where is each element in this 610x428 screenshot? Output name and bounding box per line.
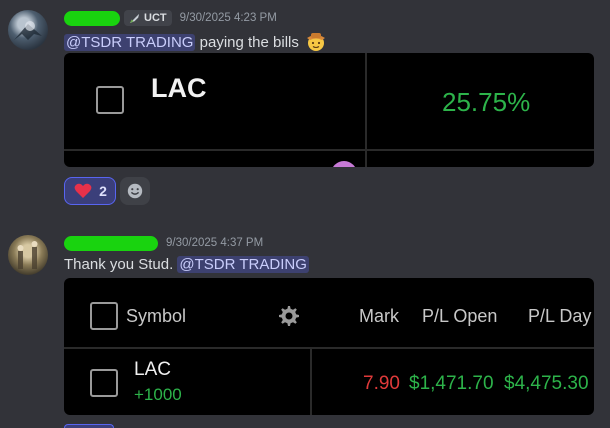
message-text: Thank you Stud. [64, 256, 174, 273]
add-reaction-button[interactable] [120, 177, 150, 205]
row-symbol: LAC [134, 359, 171, 380]
smiley-add-icon [127, 183, 143, 199]
message-header: 9/30/2025 4:37 PM [64, 233, 263, 253]
row-quantity: +1000 [134, 385, 182, 404]
column-header-pl-open[interactable]: P/L Open [422, 306, 497, 327]
column-divider [310, 349, 312, 415]
cowboy-emoji-icon [307, 33, 326, 51]
heart-icon [74, 183, 92, 198]
message-content: @TSDR TRADING paying the bills [64, 30, 327, 53]
gear-icon[interactable] [276, 304, 300, 328]
message-header: UCT 9/30/2025 4:23 PM [64, 8, 277, 28]
mention[interactable]: @TSDR TRADING [177, 256, 309, 273]
rocket-icon [129, 13, 140, 23]
mention[interactable]: @TSDR TRADING [64, 34, 196, 51]
column-header-symbol[interactable]: Symbol [126, 306, 186, 327]
partial-reaction-edge [64, 424, 114, 428]
redacted-username[interactable] [64, 10, 120, 26]
avatar-image-icon [17, 241, 38, 269]
header-divider [64, 347, 594, 349]
row-checkbox[interactable] [90, 369, 118, 397]
avatar[interactable] [8, 10, 48, 50]
column-header-pl-day[interactable]: P/L Day [528, 306, 591, 327]
symbol-label: LAC [151, 73, 207, 103]
avatar-image-icon [14, 21, 42, 40]
row-checkbox[interactable] [96, 86, 124, 114]
row-pl-day: $4,475.30 [504, 373, 589, 394]
column-header-mark[interactable]: Mark [359, 306, 399, 327]
clan-tag-label: UCT [144, 12, 167, 24]
avatar[interactable] [8, 235, 48, 275]
message-1: UCT 9/30/2025 4:23 PM @TSDR TRADING payi… [0, 0, 610, 215]
row-mark: 7.90 [363, 373, 400, 394]
row-pl-open: $1,471.70 [409, 373, 494, 394]
select-all-checkbox[interactable] [90, 302, 118, 330]
screenshot-attachment-2[interactable]: Symbol Mark P/L Open P/L Day LAC +1000 7… [64, 278, 594, 415]
reaction-count: 2 [99, 183, 107, 199]
reactions-bar: 2 [64, 177, 150, 205]
heart-reaction[interactable]: 2 [64, 177, 116, 205]
message-text: paying the bills [199, 34, 299, 51]
clan-tag-badge[interactable]: UCT [124, 10, 172, 26]
message-content: Thank you Stud. @TSDR TRADING [64, 255, 309, 275]
redacted-username[interactable] [64, 235, 158, 251]
percent-change: 25.75% [442, 87, 531, 117]
divider-horizontal [64, 149, 594, 151]
screenshot-attachment-1[interactable]: LAC 25.75% [64, 53, 594, 167]
timestamp: 9/30/2025 4:23 PM [179, 12, 277, 24]
message-2: 9/30/2025 4:37 PM Thank you Stud. @TSDR … [0, 215, 610, 428]
timestamp: 9/30/2025 4:37 PM [166, 237, 264, 249]
partial-avatar-icon [331, 161, 357, 167]
